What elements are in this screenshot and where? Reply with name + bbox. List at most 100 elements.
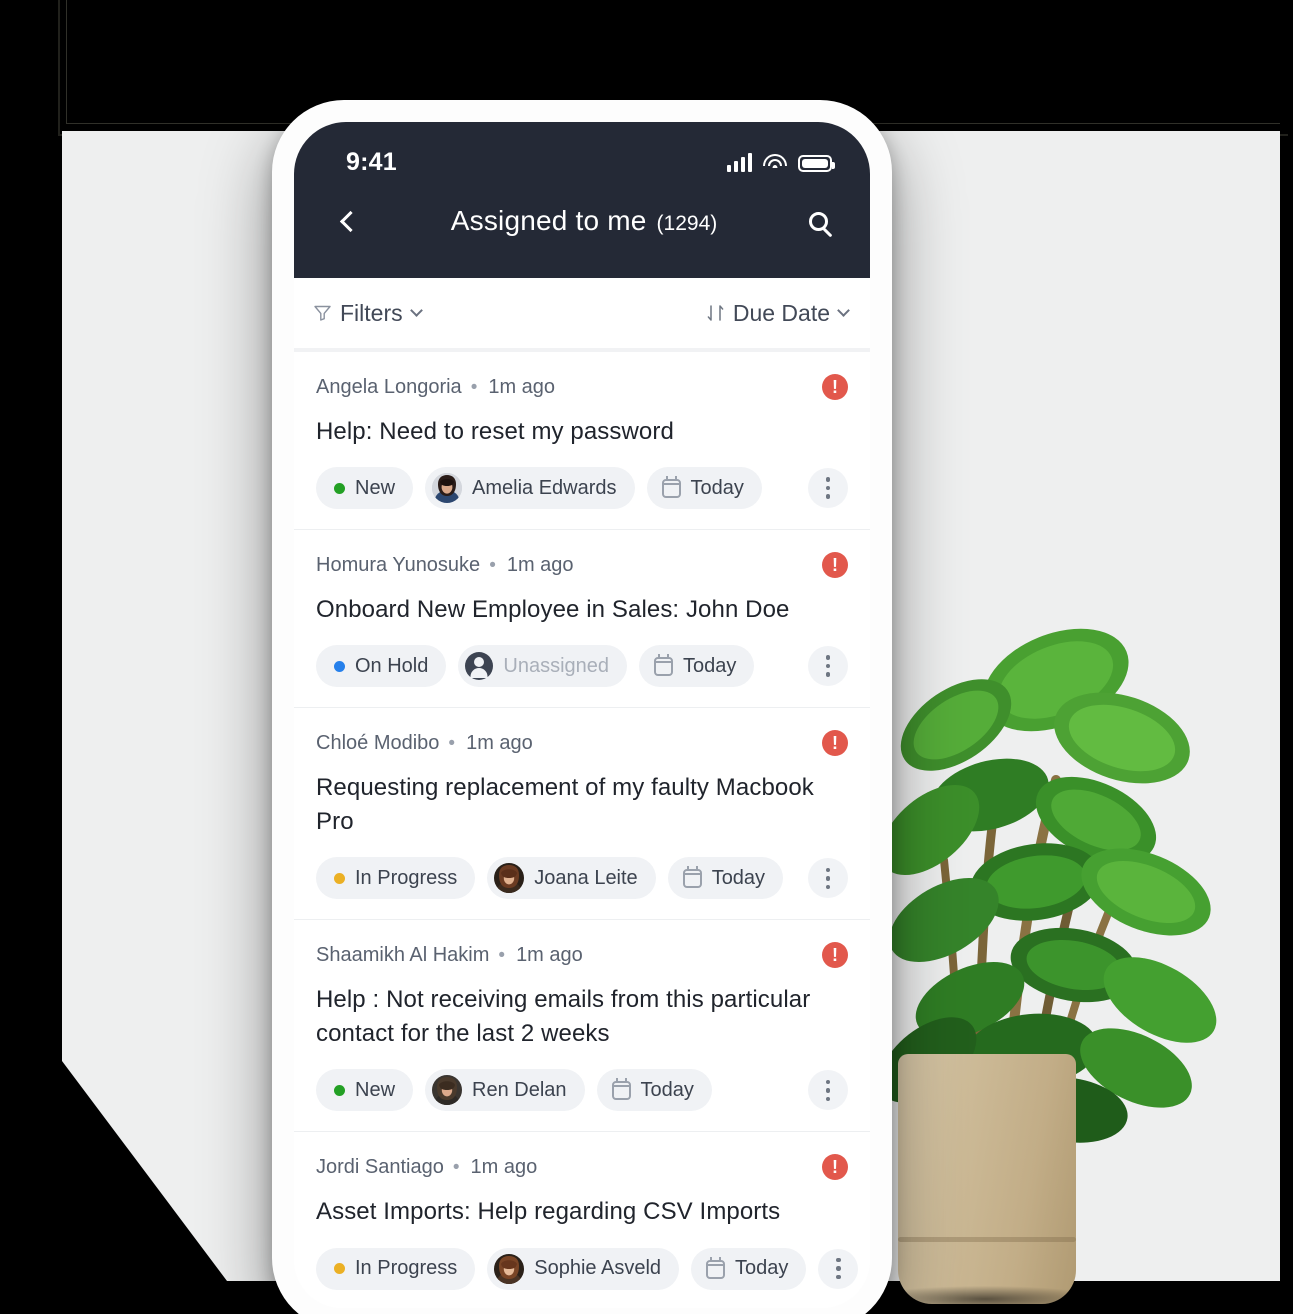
assignee-chip[interactable]: Joana Leite (487, 857, 656, 900)
navigation-bar: Assigned to me (1294) (294, 177, 870, 251)
table-row[interactable]: Angela Longoria • 1m ago Help: Need to r… (294, 352, 870, 531)
ticket-subject: Onboard New Employee in Sales: John Doe (316, 596, 790, 624)
due-date-label: Today (683, 654, 737, 677)
page-title: Assigned to me (1294) (372, 205, 796, 237)
calendar-icon (706, 1256, 726, 1279)
ticket-time: 1m ago (506, 553, 574, 576)
cellular-signal-icon (727, 153, 752, 172)
calendar-icon (661, 476, 681, 499)
status-badge[interactable]: In Progress (316, 1247, 476, 1290)
requester-name: Chloé Modibo (316, 731, 440, 754)
status-label: New (355, 1078, 396, 1101)
ticket-chips: New Ren Delan Today (316, 1069, 848, 1112)
table-row[interactable]: Jordi Santiago • 1m ago Asset Imports: H… (294, 1132, 870, 1308)
assignee-chip[interactable]: Sophie Asveld (487, 1247, 680, 1290)
meta-separator: • (448, 732, 456, 754)
status-badge[interactable]: In Progress (316, 857, 476, 900)
ticket-meta: Shaamikh Al Hakim • 1m ago (316, 944, 583, 967)
search-button[interactable] (796, 199, 840, 243)
calendar-icon (682, 866, 702, 889)
assignee-label: Joana Leite (534, 866, 638, 889)
plant-pot (898, 1054, 1076, 1304)
ticket-time: 1m ago (466, 731, 533, 754)
due-date-label: Today (735, 1257, 789, 1280)
meta-separator: • (498, 944, 506, 966)
ticket-time: 1m ago (488, 375, 556, 398)
wifi-icon (763, 154, 787, 172)
kebab-menu-icon[interactable] (818, 1248, 859, 1289)
scene: 9:41 Assigned to me (1294) Filters Due D… (0, 0, 1293, 1314)
funnel-icon (314, 305, 331, 321)
status-badge[interactable]: On Hold (316, 645, 447, 688)
ticket-meta: Chloé Modibo • 1m ago (316, 732, 533, 755)
priority-high-icon (822, 1154, 848, 1181)
due-date-chip[interactable]: Today (596, 1069, 712, 1112)
status-bar-icons (727, 153, 835, 172)
sort-label: Due Date (732, 299, 830, 326)
ticket-list: Angela Longoria • 1m ago Help: Need to r… (294, 352, 870, 1308)
chevron-left-icon (339, 210, 361, 232)
kebab-menu-icon[interactable] (808, 1070, 848, 1111)
kebab-menu-icon[interactable] (808, 858, 848, 899)
due-date-chip[interactable]: Today (646, 467, 762, 510)
due-date-label: Today (711, 866, 766, 889)
status-label: On Hold (355, 654, 429, 677)
meta-separator: • (489, 554, 496, 576)
chevron-down-icon (409, 304, 423, 317)
status-dot-icon (334, 872, 345, 884)
requester-name: Jordi Santiago (316, 1155, 444, 1178)
due-date-chip[interactable]: Today (667, 857, 784, 900)
filters-label: Filters (340, 299, 403, 326)
avatar (494, 863, 525, 894)
calendar-icon (654, 654, 673, 677)
filters-button[interactable]: Filters (314, 299, 423, 327)
ticket-header: Shaamikh Al Hakim • 1m ago (316, 942, 848, 969)
assignee-label: Sophie Asveld (534, 1257, 662, 1280)
ticket-subject: Help: Need to reset my password (316, 418, 674, 445)
kebab-menu-icon[interactable] (808, 468, 848, 509)
assignee-chip[interactable]: Ren Delan (425, 1069, 585, 1112)
battery-icon (798, 155, 835, 172)
kebab-menu-icon[interactable] (808, 646, 848, 687)
phone-device: 9:41 Assigned to me (1294) Filters Due D… (272, 100, 892, 1314)
ticket-chips: On Hold Unassigned Today (316, 645, 848, 688)
ticket-time: 1m ago (470, 1155, 538, 1178)
status-dot-icon (334, 660, 345, 672)
due-date-chip[interactable]: Today (691, 1247, 807, 1290)
ticket-chips: In Progress Joana Leite Today (316, 857, 848, 900)
app-top-bar: 9:41 Assigned to me (1294) (294, 122, 870, 278)
requester-name: Angela Longoria (316, 375, 462, 398)
status-badge[interactable]: New (316, 1069, 414, 1112)
pot-shadow (890, 1286, 1100, 1312)
due-date-label: Today (640, 1078, 694, 1101)
ticket-subject: Requesting replacement of my faulty Macb… (316, 774, 814, 836)
status-dot-icon (334, 1084, 345, 1096)
ticket-header: Jordi Santiago • 1m ago (316, 1154, 848, 1181)
table-row[interactable]: Chloé Modibo • 1m ago Requesting replace… (294, 708, 870, 921)
assignee-chip[interactable]: Amelia Edwards (425, 467, 635, 510)
chevron-down-icon (837, 304, 850, 317)
assignee-label: Unassigned (503, 654, 609, 677)
assignee-label: Amelia Edwards (472, 476, 617, 499)
page-title-text: Assigned to me (450, 205, 647, 236)
back-button[interactable] (328, 199, 372, 243)
status-bar-clock: 9:41 (346, 148, 397, 176)
due-date-label: Today (690, 476, 744, 499)
ticket-meta: Angela Longoria • 1m ago (316, 376, 555, 399)
assignee-chip[interactable]: Unassigned (458, 645, 627, 688)
status-dot-icon (334, 1263, 345, 1275)
page-title-count: (1294) (656, 212, 718, 235)
sort-button[interactable]: Due Date (707, 299, 850, 327)
calendar-icon (611, 1078, 631, 1101)
sort-arrows-icon (707, 305, 724, 321)
status-dot-icon (334, 482, 345, 494)
ticket-chips: New Amelia Edwards Today (316, 467, 848, 510)
meta-separator: • (470, 376, 478, 398)
due-date-chip[interactable]: Today (639, 645, 755, 688)
ticket-subject: Asset Imports: Help regarding CSV Import… (316, 1198, 781, 1226)
table-row[interactable]: Homura Yunosuke • 1m ago Onboard New Emp… (294, 530, 870, 709)
table-row[interactable]: Shaamikh Al Hakim • 1m ago Help : Not re… (294, 920, 870, 1133)
status-badge[interactable]: New (316, 467, 414, 510)
filter-sort-bar: Filters Due Date (294, 278, 870, 348)
ticket-chips: In Progress Sophie Asveld Today (316, 1247, 859, 1290)
